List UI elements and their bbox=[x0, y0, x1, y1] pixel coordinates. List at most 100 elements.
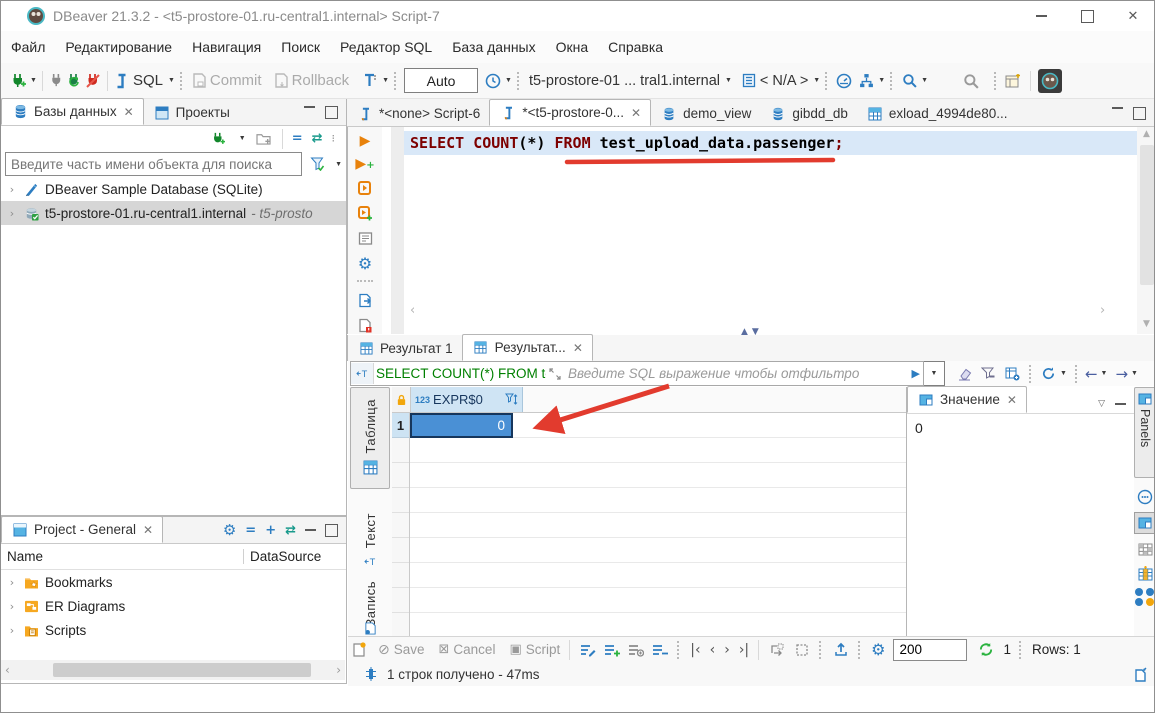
schema-selector-dropdown[interactable]: ▼ bbox=[813, 77, 820, 84]
tab-exload[interactable]: exload_4994de80... bbox=[857, 101, 1017, 126]
selected-cell[interactable]: 0 bbox=[410, 413, 513, 438]
collapse-all-icon[interactable]: = bbox=[292, 131, 303, 146]
transaction-log-dropdown[interactable]: ▼ bbox=[505, 77, 512, 84]
scrollbar-thumb[interactable] bbox=[1140, 145, 1154, 285]
select-region-icon[interactable] bbox=[793, 641, 811, 659]
menu-sql-editor[interactable]: Редактор SQL bbox=[340, 39, 432, 55]
presentation-tab-record[interactable]: Запись bbox=[350, 595, 390, 636]
editor-vertical-scrollbar[interactable]: ▲ ▼ bbox=[1137, 127, 1155, 334]
value-content[interactable]: 0 bbox=[907, 414, 1134, 442]
minimize-editor-icon[interactable] bbox=[1112, 107, 1123, 109]
tab-result-2[interactable]: Результат... ✕ bbox=[462, 334, 593, 361]
aggregate-panel-icon[interactable] bbox=[1136, 540, 1154, 558]
apply-filter-icon[interactable]: ▶ bbox=[912, 367, 920, 380]
column-filter-sort-icon[interactable] bbox=[504, 391, 518, 409]
menu-help[interactable]: Справка bbox=[608, 39, 663, 55]
save-filter-icon[interactable] bbox=[1003, 365, 1021, 383]
cancel-button[interactable]: ⊠Cancel bbox=[439, 642, 496, 657]
execute-new-tab-icon[interactable]: ▶+ bbox=[355, 156, 374, 172]
close-button[interactable]: ✕ bbox=[1110, 1, 1155, 31]
object-search-input[interactable] bbox=[5, 152, 302, 176]
sql-editor-label[interactable]: SQL bbox=[133, 72, 163, 89]
dashboard-icon[interactable] bbox=[835, 72, 853, 90]
commit-button[interactable]: Commit bbox=[210, 72, 262, 89]
column-header-name[interactable]: Name bbox=[1, 549, 243, 564]
scrollbar-thumb[interactable] bbox=[53, 663, 311, 677]
minimize-panel-icon[interactable] bbox=[1115, 403, 1126, 405]
edit-cell-icon[interactable] bbox=[579, 641, 597, 659]
result-grid[interactable]: 123 EXPR$0 1 0 bbox=[392, 387, 906, 636]
tab-databases[interactable]: Базы данных ✕ bbox=[1, 98, 144, 125]
close-tab-icon[interactable]: ✕ bbox=[631, 106, 641, 120]
disconnect-icon[interactable] bbox=[84, 72, 102, 90]
view-menu-icon[interactable]: ▽ bbox=[1098, 399, 1105, 409]
add-row-icon[interactable] bbox=[603, 641, 621, 659]
menu-database[interactable]: База данных bbox=[452, 39, 535, 55]
fetch-size-input[interactable] bbox=[893, 639, 967, 661]
minimize-view-icon[interactable] bbox=[305, 529, 316, 531]
editor-scroll-right-icon[interactable]: › bbox=[1100, 303, 1105, 318]
copy-status-icon[interactable] bbox=[1132, 665, 1150, 683]
filter-settings-dropdown[interactable]: ▼ bbox=[335, 161, 342, 168]
menu-navigation[interactable]: Навигация bbox=[192, 39, 261, 55]
tab-value[interactable]: Значение ✕ bbox=[907, 386, 1027, 413]
scroll-left-icon[interactable]: ‹ bbox=[5, 663, 10, 677]
search-metadata-icon[interactable] bbox=[900, 72, 918, 90]
dbeaver-perspective-icon[interactable] bbox=[1038, 69, 1062, 93]
close-tab-icon[interactable]: ✕ bbox=[124, 105, 134, 119]
maximize-editor-icon[interactable] bbox=[1133, 107, 1146, 120]
filter-history-dropdown[interactable]: ▼ bbox=[924, 361, 945, 386]
database-selector[interactable]: t5-prostore-01 ... tral1.internal bbox=[529, 73, 720, 89]
results-settings-gear-icon[interactable]: ⚙ bbox=[871, 640, 885, 659]
maximize-view-icon[interactable] bbox=[325, 106, 338, 119]
collapse-all-icon[interactable]: = bbox=[245, 523, 256, 538]
expand-all-icon[interactable]: + bbox=[265, 523, 276, 538]
close-tab-icon[interactable]: ✕ bbox=[573, 341, 583, 355]
save-button[interactable]: ⊘Save bbox=[378, 642, 425, 658]
goto-row-icon[interactable] bbox=[768, 641, 786, 659]
export-results-icon[interactable] bbox=[832, 641, 850, 659]
minimize-button[interactable] bbox=[1018, 1, 1064, 31]
column-header-expr0[interactable]: 123 EXPR$0 bbox=[411, 387, 523, 412]
link-with-editor-icon[interactable]: ⇄ bbox=[285, 523, 296, 538]
filter-settings-icon[interactable] bbox=[308, 155, 326, 173]
menu-file[interactable]: Файл bbox=[11, 39, 45, 55]
filter-input-placeholder[interactable]: Введите SQL выражение чтобы отфильтро bbox=[564, 366, 912, 381]
previous-row-icon[interactable]: ‹ bbox=[710, 642, 716, 658]
remove-filter-icon[interactable] bbox=[979, 365, 997, 383]
unsaved-file-icon[interactable] bbox=[356, 316, 374, 334]
tree-item-sample-database[interactable]: › DBeaver Sample Database (SQLite) bbox=[1, 177, 346, 201]
reconnect-icon[interactable] bbox=[66, 72, 84, 90]
close-tab-icon[interactable]: ✕ bbox=[1007, 393, 1017, 407]
open-perspective-icon[interactable] bbox=[1004, 72, 1022, 90]
maximize-view-icon[interactable] bbox=[325, 524, 338, 537]
view-menu-icon[interactable]: ⁝ bbox=[332, 132, 337, 145]
first-row-icon[interactable]: |‹ bbox=[690, 642, 700, 658]
scroll-right-icon[interactable]: › bbox=[336, 663, 341, 677]
presentation-tab-text[interactable]: Текст T bbox=[350, 499, 390, 585]
new-connection-dropdown[interactable]: ▼ bbox=[30, 77, 37, 84]
tab-script-6[interactable]: *<none> Script-6 bbox=[347, 101, 489, 126]
refresh-icon[interactable] bbox=[977, 641, 995, 659]
connect-icon[interactable] bbox=[48, 72, 66, 90]
row-1-header[interactable]: 1 bbox=[392, 413, 410, 438]
menu-windows[interactable]: Окна bbox=[556, 39, 589, 55]
refresh-results-icon[interactable] bbox=[1039, 365, 1057, 383]
nav-forward-dropdown[interactable]: ▼ bbox=[1131, 370, 1138, 377]
quick-search-icon[interactable] bbox=[962, 72, 980, 90]
new-results-doc-icon[interactable] bbox=[350, 641, 368, 659]
export-from-query-icon[interactable] bbox=[356, 291, 374, 309]
nav-back-dropdown[interactable]: ▼ bbox=[1101, 370, 1108, 377]
grid-rows[interactable] bbox=[410, 413, 906, 636]
next-row-icon[interactable]: › bbox=[724, 642, 730, 658]
nav-back-icon[interactable]: ← bbox=[1085, 365, 1098, 383]
new-folder-icon[interactable] bbox=[255, 130, 273, 148]
value-panel-toggle-icon[interactable] bbox=[1134, 512, 1155, 534]
expand-chevron-icon[interactable]: › bbox=[7, 183, 17, 196]
tree-item-er-diagrams[interactable]: › ER Diagrams bbox=[1, 594, 346, 618]
execute-script-new-icon[interactable] bbox=[356, 204, 374, 222]
transaction-mode-icon[interactable] bbox=[361, 72, 379, 90]
tree-item-t5-prostore[interactable]: › t5-prostore-01.ru-central1.internal - … bbox=[1, 201, 346, 225]
rollback-button[interactable]: Rollback bbox=[292, 72, 350, 89]
tab-gibdd-db[interactable]: gibdd_db bbox=[760, 101, 857, 126]
